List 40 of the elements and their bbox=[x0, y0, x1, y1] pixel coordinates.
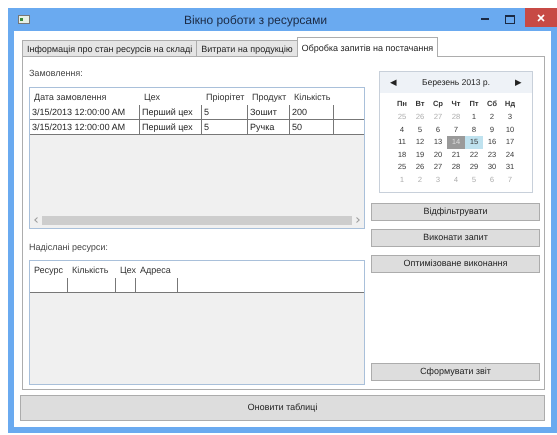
previous-month-button[interactable]: ◀ bbox=[390, 76, 397, 89]
table-cell: 50 bbox=[290, 120, 334, 134]
month-title[interactable]: Березень 2013 р. bbox=[422, 76, 490, 89]
minimize-icon[interactable] bbox=[481, 18, 489, 21]
column-header[interactable]: Ресурс bbox=[30, 261, 68, 278]
table-cell: Перший цех bbox=[140, 104, 202, 118]
table-cell: Перший цех bbox=[140, 120, 202, 134]
column-header[interactable]: Цех bbox=[116, 261, 136, 278]
column-header[interactable]: Кількість bbox=[290, 88, 334, 104]
table-cell: 5 bbox=[202, 120, 248, 134]
section-label: Замовлення: bbox=[29, 67, 84, 80]
close-button[interactable] bbox=[525, 8, 557, 27]
next-month-button[interactable]: ▶ bbox=[514, 76, 522, 89]
column-header[interactable]: Кількість bbox=[68, 261, 116, 278]
table-cell: Ручка bbox=[248, 120, 290, 134]
tab[interactable]: Обробка запитів на постачання bbox=[296, 37, 438, 57]
column-header[interactable]: Дата замовлення bbox=[30, 88, 140, 104]
column-header[interactable]: Пріорітет bbox=[202, 88, 248, 104]
table-cell: 3/15/2013 12:00:00 AM bbox=[30, 120, 140, 134]
app-icon bbox=[18, 15, 30, 24]
table-cell: Зошит bbox=[248, 104, 290, 118]
window-title: Вікно роботи з ресурсами bbox=[182, 12, 328, 28]
refresh-tables-button[interactable]: Оновити таблиці bbox=[20, 395, 545, 421]
column-header[interactable]: Продукт bbox=[248, 88, 290, 104]
close-icon bbox=[537, 14, 545, 22]
section-label: Надіслані ресурси: bbox=[29, 240, 109, 254]
action-button[interactable]: Виконати запит bbox=[371, 229, 540, 247]
action-button[interactable]: Оптимізоване виконання bbox=[371, 255, 540, 273]
column-header[interactable]: Цех bbox=[140, 88, 202, 104]
table-cell: 3/15/2013 12:00:00 AM bbox=[30, 104, 140, 118]
table-cell: 5 bbox=[202, 104, 248, 118]
table-cell: 200 bbox=[290, 104, 334, 118]
tab[interactable]: Витрати на продукцію bbox=[196, 40, 298, 57]
maximize-icon[interactable] bbox=[505, 15, 515, 24]
tab[interactable]: Інформація про стан ресурсів на складі bbox=[22, 40, 198, 57]
action-button[interactable]: Відфільтрувати bbox=[371, 203, 540, 221]
column-header[interactable]: Адреса bbox=[136, 261, 178, 278]
generate-report-button[interactable]: Сформувати звіт bbox=[371, 363, 540, 381]
scroll-left-icon[interactable] bbox=[34, 217, 38, 223]
scroll-right-icon[interactable] bbox=[356, 217, 360, 223]
